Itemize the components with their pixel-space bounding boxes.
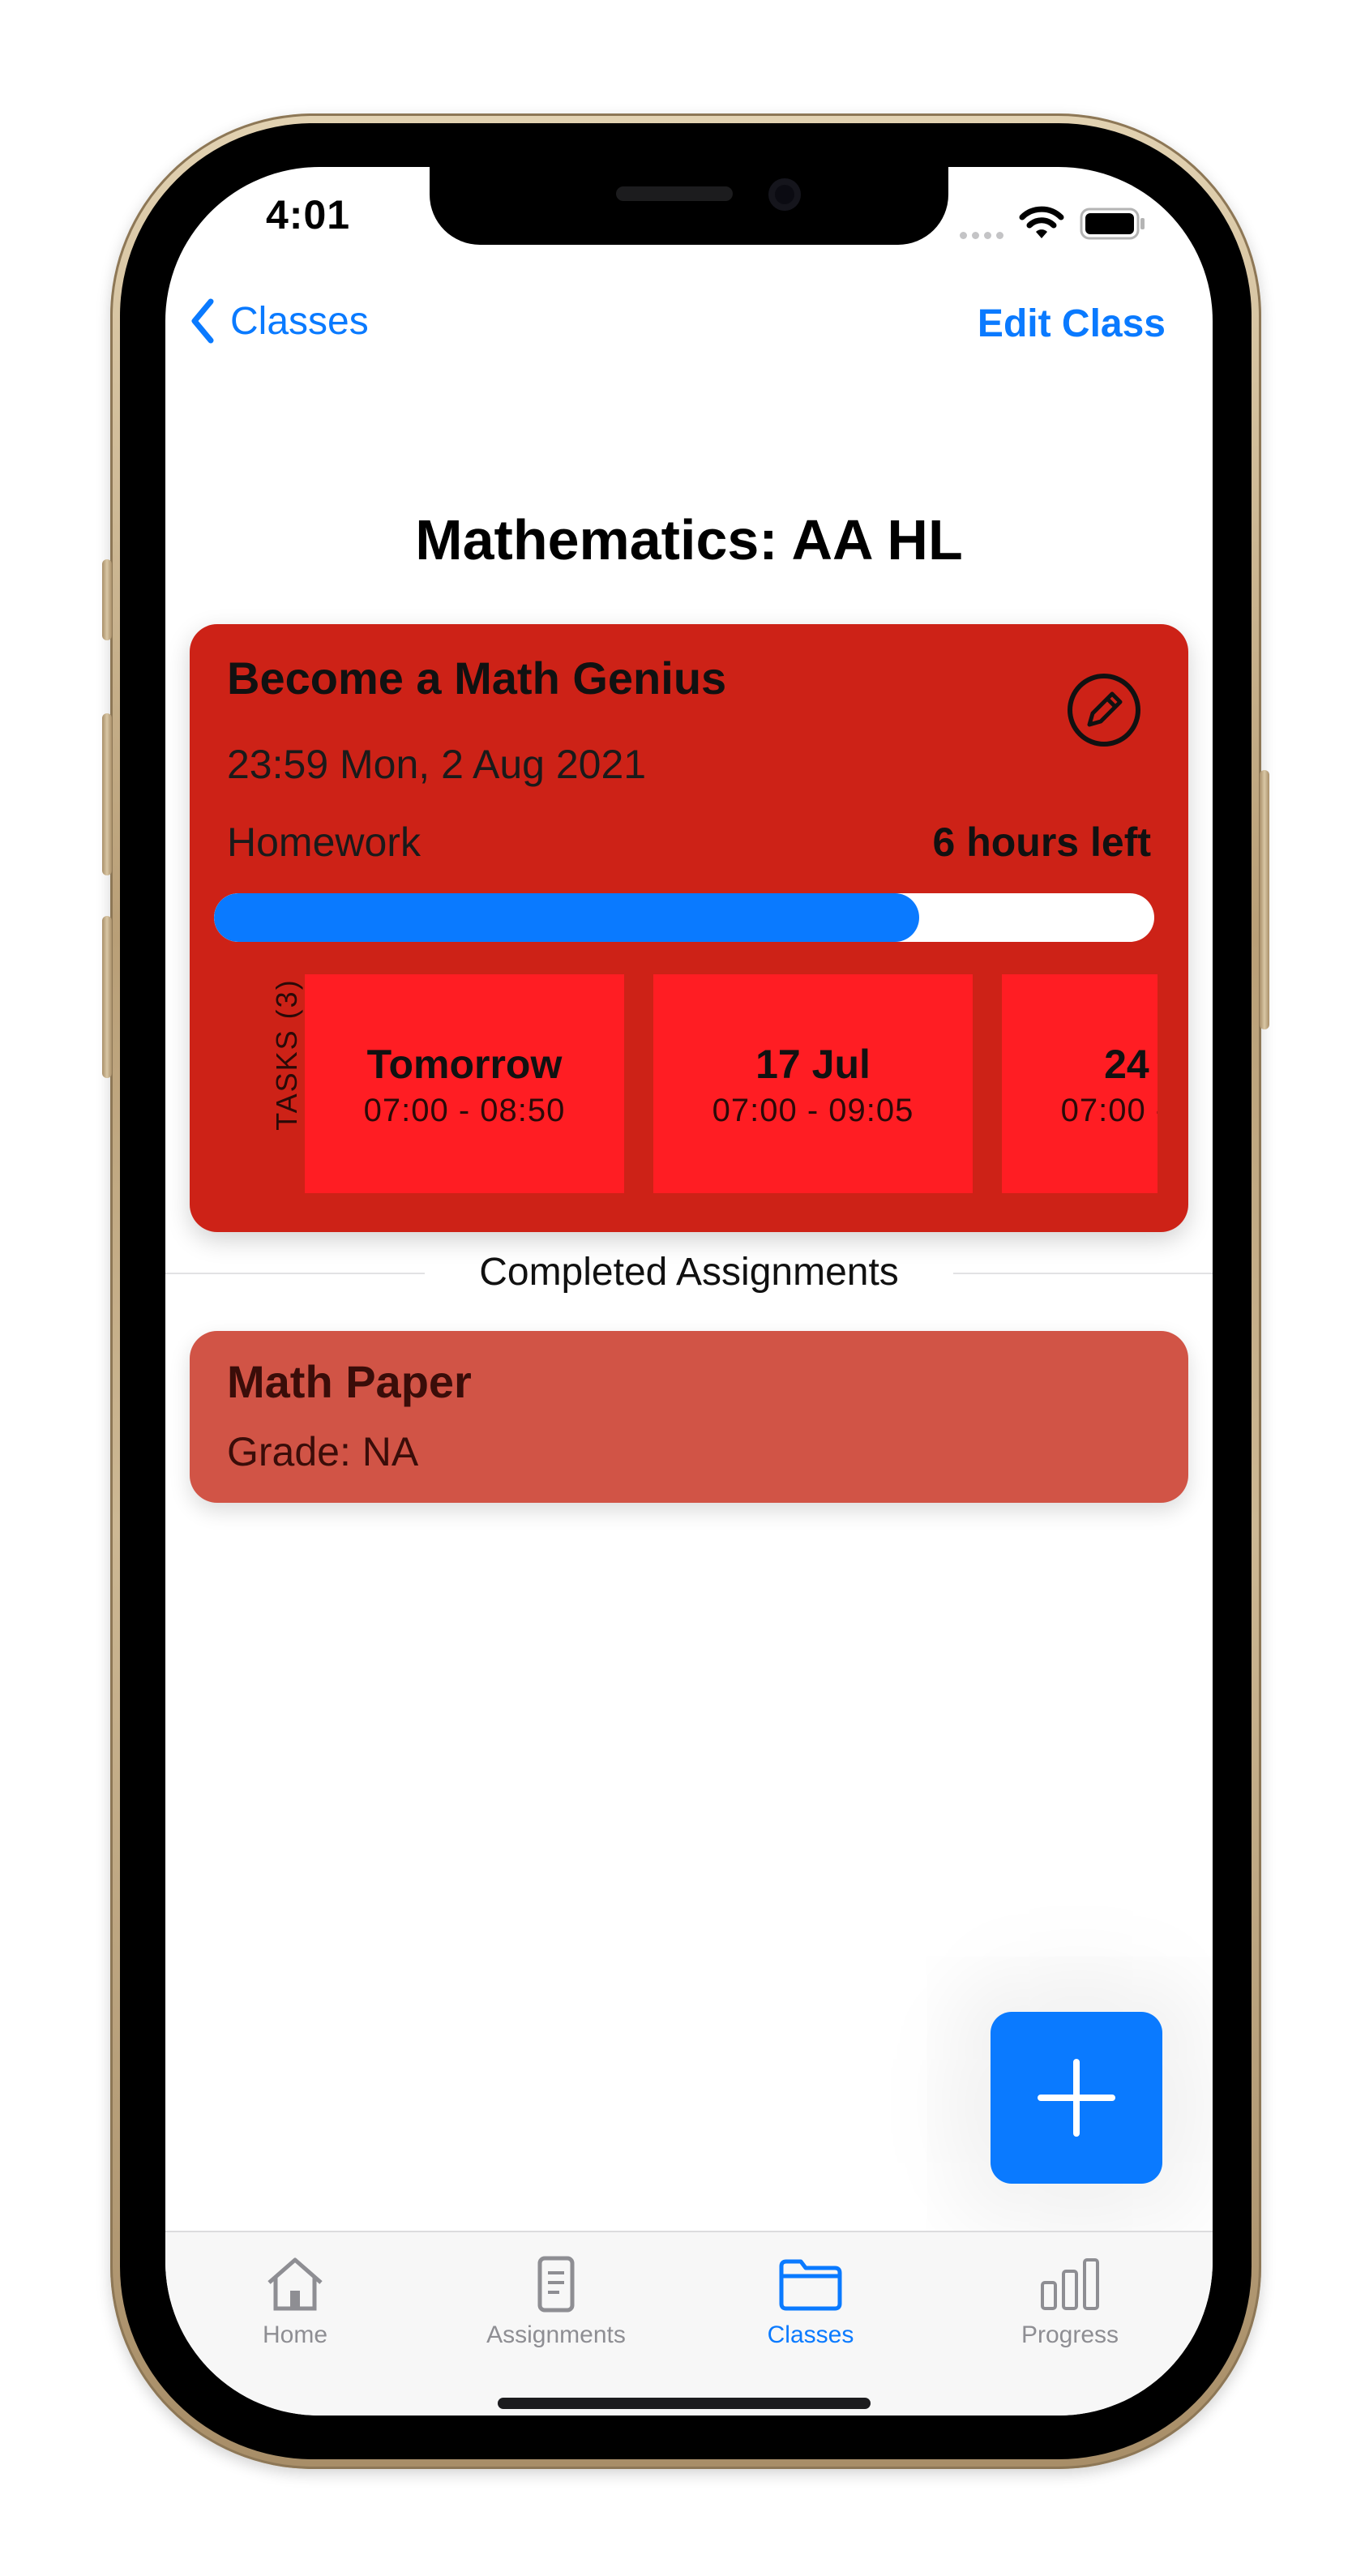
task-chip[interactable]: 17 Jul 07:00 - 09:05 [653,974,973,1193]
wifi-icon [1019,206,1064,238]
time-remaining: 6 hours left [932,819,1151,865]
house-icon [267,2257,323,2311]
tab-assignments[interactable]: Assignments [451,2255,661,2349]
assignment-title: Become a Math Genius [227,653,727,704]
tasks-scroller[interactable]: Tomorrow 07:00 - 08:50 17 Jul 07:00 - 09… [305,974,1157,1193]
pencil-circle-icon[interactable] [1065,671,1143,749]
chevron-left-icon [191,298,214,344]
progress-fill [214,893,919,942]
battery-icon [1080,208,1145,240]
task-time: 07:00 - 09:05 [1060,1093,1157,1128]
task-time: 07:00 - 09:05 [712,1093,914,1128]
task-day: Tomorrow [366,1042,563,1087]
screen: 4:01 Classes Edit Class Mathematics: AA … [165,167,1213,2416]
edit-class-button[interactable]: Edit Class [978,302,1166,346]
tab-progress[interactable]: Progress [965,2255,1175,2349]
task-chip[interactable]: 24 Jul 07:00 - 09:05 [1002,974,1157,1193]
completed-section-header: Completed Assignments [479,1251,899,1294]
task-time: 07:00 - 08:50 [363,1093,566,1128]
assignment-card[interactable]: Become a Math Genius 23:59 Mon, 2 Aug 20… [190,624,1188,1232]
folder-icon [779,2259,842,2311]
status-time: 4:01 [266,192,351,237]
page-title: Mathematics: AA HL [415,508,963,571]
back-button[interactable]: Classes [190,298,369,344]
progress-bar [214,893,1154,942]
task-chip[interactable]: Tomorrow 07:00 - 08:50 [305,974,624,1193]
home-indicator[interactable] [498,2398,871,2409]
tasks-label: TASKS (3) [270,978,303,1131]
add-assignment-button[interactable] [991,2012,1162,2184]
assignment-due-date: 23:59 Mon, 2 Aug 2021 [227,742,647,787]
notch [430,167,948,245]
front-camera [768,178,801,211]
task-day: 24 Jul [1104,1042,1157,1087]
volume-down-button [102,916,112,1078]
cellular-signal-icon [960,229,1008,243]
document-icon [537,2256,575,2313]
tab-label: Progress [1021,2321,1119,2348]
action-button [102,559,112,640]
bar-chart-icon [1041,2258,1099,2310]
earpiece-speaker [616,186,733,201]
tab-label: Classes [767,2321,854,2348]
tab-bar: Home Assignments Classes Progress [165,2231,1213,2416]
volume-up-button [102,713,112,875]
tab-home[interactable]: Home [190,2255,400,2349]
back-button-label: Classes [230,299,369,343]
plus-icon [1038,2059,1115,2137]
power-button [1260,770,1269,1029]
task-day: 17 Jul [755,1042,871,1087]
assignment-type: Homework [227,819,421,865]
completed-assignment-title: Math Paper [227,1356,472,1407]
completed-assignment-card[interactable]: Math Paper Grade: NA [190,1331,1188,1503]
tab-classes[interactable]: Classes [705,2255,916,2349]
tab-label: Home [262,2321,328,2348]
tab-label: Assignments [486,2321,626,2348]
completed-assignment-grade: Grade: NA [227,1429,419,1474]
